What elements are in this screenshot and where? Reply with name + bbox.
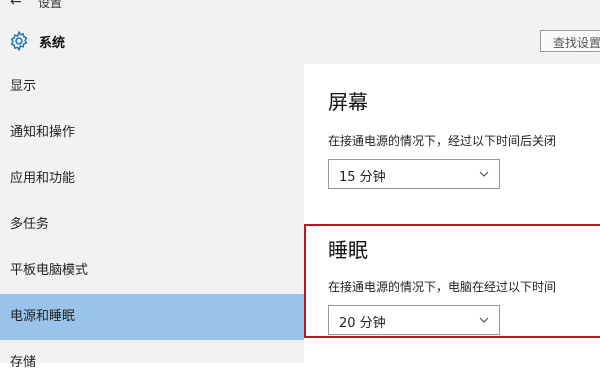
sidebar-item-notifications[interactable]: 通知和操作 — [0, 110, 304, 156]
sidebar-item-multitasking[interactable]: 多任务 — [0, 202, 304, 248]
gear-icon — [10, 30, 28, 52]
page-header: 系统 查找设置 — [0, 20, 600, 64]
sleep-highlight-box — [304, 224, 600, 338]
title-bar: ← 设置 — [0, 0, 600, 20]
sidebar-item-tablet-mode[interactable]: 平板电脑模式 — [0, 248, 304, 294]
screen-timeout-value: 15 分钟 — [339, 170, 386, 185]
screen-timeout-dropdown[interactable]: 15 分钟 — [328, 159, 500, 189]
screen-section-title: 屏幕 — [328, 90, 368, 114]
screen-description: 在接通电源的情况下，经过以下时间后关闭 — [328, 134, 557, 148]
search-input[interactable]: 查找设置 — [540, 30, 600, 52]
sidebar-item-power-sleep[interactable]: 电源和睡眠 — [0, 294, 304, 340]
sidebar-item-apps[interactable]: 应用和功能 — [0, 156, 304, 202]
sidebar-item-display[interactable]: 显示 — [0, 64, 304, 110]
window-title: 设置 — [38, 0, 63, 10]
sidebar-item-storage[interactable]: 存储 — [0, 340, 304, 386]
back-arrow-icon[interactable]: ← — [10, 0, 22, 10]
chevron-down-icon — [479, 171, 489, 177]
page-title: 系统 — [39, 36, 66, 51]
sidebar: 显示 通知和操作 应用和功能 多任务 平板电脑模式 电源和睡眠 存储 — [0, 64, 304, 370]
